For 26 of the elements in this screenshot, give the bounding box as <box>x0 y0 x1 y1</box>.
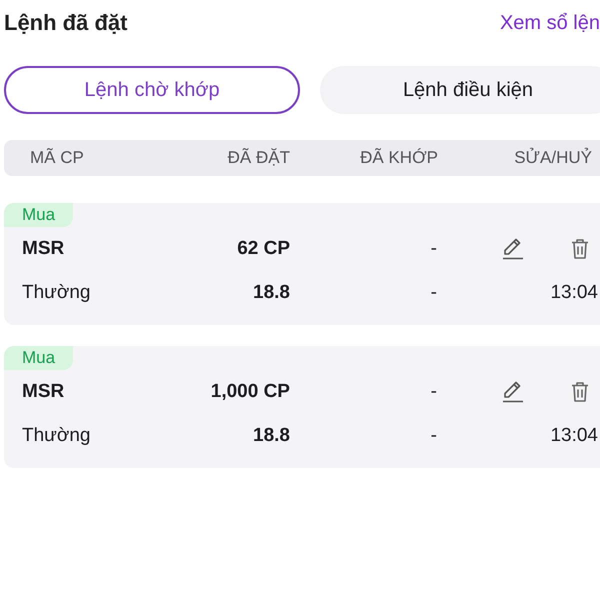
column-header: ĐÃ ĐẶT <box>228 148 290 168</box>
column-header: SỬA/HUỶ <box>514 148 592 168</box>
order-type: Thường <box>22 282 92 304</box>
stock-symbol: MSR <box>22 381 66 403</box>
stock-symbol: MSR <box>22 238 66 260</box>
matched-price: - <box>430 425 437 447</box>
section-title: Lệnh đã đặt <box>4 10 128 36</box>
order-type: Thường <box>22 425 92 447</box>
order-price: 18.8 <box>253 282 290 304</box>
tab[interactable]: Lệnh chờ khớp <box>4 66 300 114</box>
column-header: ĐÃ KHỚP <box>360 148 438 168</box>
column-header: MÃ CP <box>30 148 84 168</box>
order-time: 13:04 <box>550 282 598 303</box>
matched-quantity: - <box>430 381 437 403</box>
matched-quantity: - <box>430 238 437 260</box>
pencil-icon[interactable] <box>501 237 525 261</box>
order-quantity: 62 CP <box>237 238 290 260</box>
side-badge: Mua <box>4 346 74 370</box>
pencil-icon[interactable] <box>501 380 525 404</box>
order-quantity: 1,000 CP <box>210 381 290 403</box>
tab[interactable]: Lệnh điều kiện <box>320 66 600 114</box>
order-price: 18.8 <box>253 425 290 447</box>
matched-price: - <box>430 282 437 304</box>
order-time: 13:04 <box>550 425 598 446</box>
order-book-link[interactable]: Xem sổ lện <box>500 12 600 34</box>
side-badge: Mua <box>4 203 74 227</box>
